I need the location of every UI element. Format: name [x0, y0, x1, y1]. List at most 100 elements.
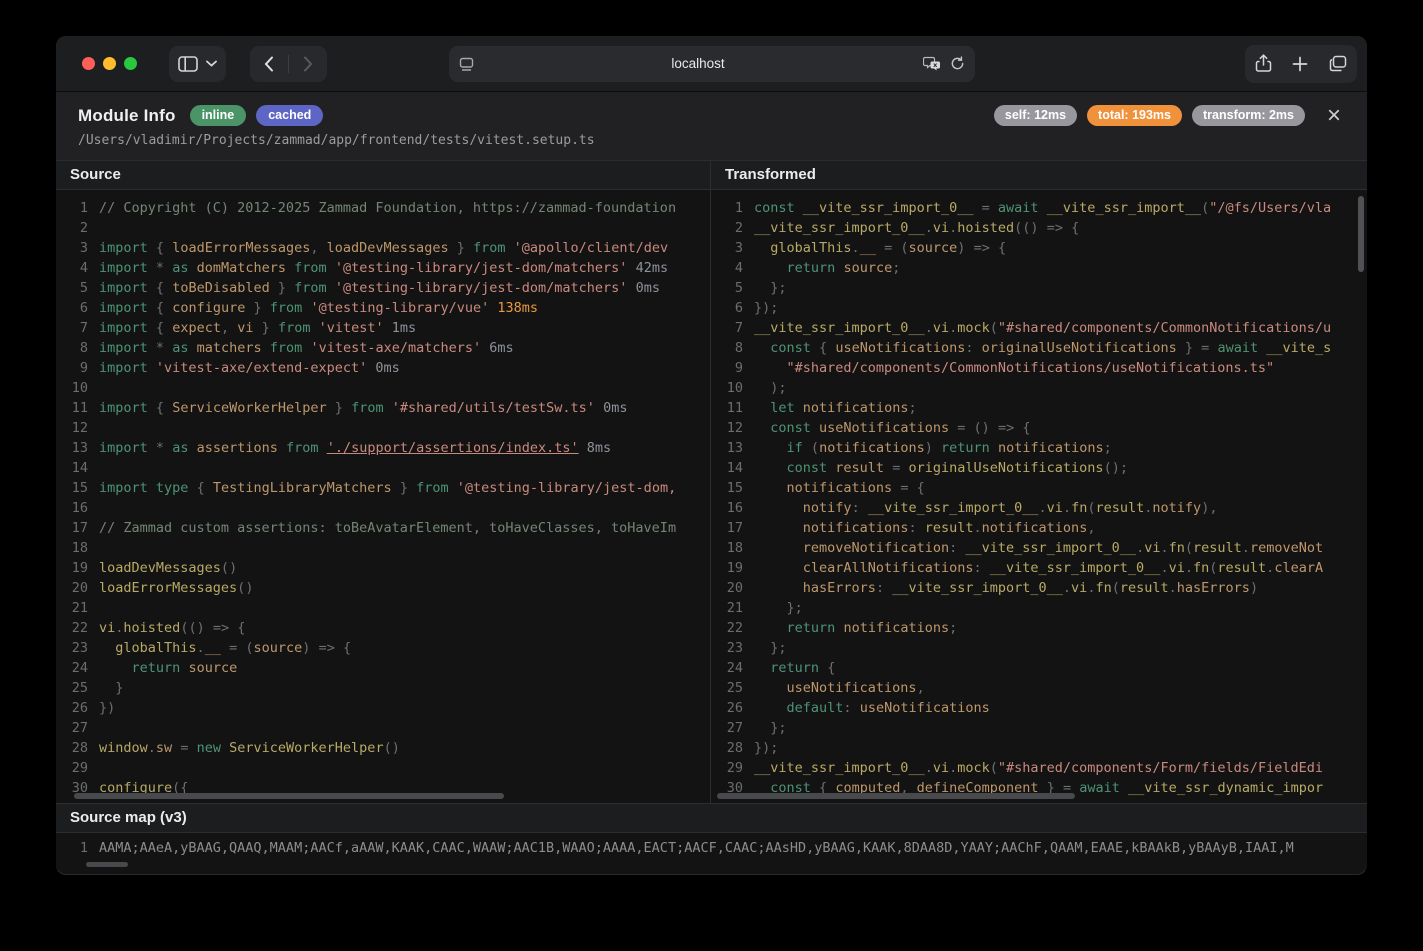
sidebar-toggle-group — [169, 46, 226, 82]
code-line-transformed: 15 notifications = { — [717, 478, 1367, 498]
traffic-light-minimize[interactable] — [103, 57, 116, 70]
code-line-transformed: 29__vite_ssr_import_0__.vi.mock("#shared… — [717, 758, 1367, 778]
code-line-source: 23 globalThis.__ = (source) => { — [62, 638, 710, 658]
code-line-transformed: 20 hasErrors: __vite_ssr_import_0__.vi.f… — [717, 578, 1367, 598]
code-line-transformed: 14 const result = originalUseNotificatio… — [717, 458, 1367, 478]
tab-overview-icon[interactable] — [1329, 55, 1347, 72]
code-line-source: 26}) — [62, 698, 710, 718]
code-line-source: 18 — [62, 538, 710, 558]
sourcemap-title: Source map (v3) — [56, 803, 1367, 833]
code-line-source: 17// Zammad custom assertions: toBeAvata… — [62, 518, 710, 538]
timing-badges: self: 12ms total: 193ms transform: 2ms — [994, 105, 1305, 126]
traffic-light-close[interactable] — [82, 57, 95, 70]
code-line-transformed: 8 const { useNotifications: originalUseN… — [717, 338, 1367, 358]
code-line-source: 14 — [62, 458, 710, 478]
code-line-source: 3import { loadErrorMessages, loadDevMess… — [62, 238, 710, 258]
sidebar-icon[interactable] — [178, 56, 198, 72]
url-text: localhost — [474, 56, 923, 71]
forward-button[interactable] — [289, 46, 327, 82]
code-line-source: 10 — [62, 378, 710, 398]
sourcemap-horizontal-scrollbar[interactable] — [86, 862, 128, 867]
transformed-vertical-scrollbar[interactable] — [1358, 196, 1364, 272]
traffic-lights — [82, 57, 145, 70]
source-panel: Source 1// Copyright (C) 2012-2025 Zamma… — [56, 161, 711, 803]
page-icon — [459, 57, 474, 71]
code-line-source: 25 } — [62, 678, 710, 698]
code-line-transformed: 19 clearAllNotifications: __vite_ssr_imp… — [717, 558, 1367, 578]
code-line-source: 8import * as matchers from 'vitest-axe/m… — [62, 338, 710, 358]
reload-icon[interactable] — [950, 56, 965, 71]
code-line-transformed: 10 ); — [717, 378, 1367, 398]
panels-container: Source 1// Copyright (C) 2012-2025 Zamma… — [56, 160, 1367, 803]
code-line-source: 2 — [62, 218, 710, 238]
code-line-transformed: 4 return source; — [717, 258, 1367, 278]
code-line-transformed: 11 let notifications; — [717, 398, 1367, 418]
source-code[interactable]: 1// Copyright (C) 2012-2025 Zammad Found… — [56, 190, 710, 803]
module-badges: inline cached — [190, 105, 324, 126]
code-line-transformed: 17 notifications: result.notifications, — [717, 518, 1367, 538]
code-line-transformed: 5 }; — [717, 278, 1367, 298]
code-line-transformed: 9 "#shared/components/CommonNotification… — [717, 358, 1367, 378]
transformed-code[interactable]: 1const __vite_ssr_import_0__ = await __v… — [711, 190, 1367, 803]
code-line-transformed: 21 }; — [717, 598, 1367, 618]
timing-pill: self: 12ms — [994, 105, 1077, 126]
sourcemap-body[interactable]: 1AAMA;AAeA,yBAAG,QAAQ,MAAM;AACf,aAAW,KAA… — [56, 833, 1367, 870]
code-line-transformed: 25 useNotifications, — [717, 678, 1367, 698]
traffic-light-zoom[interactable] — [124, 57, 137, 70]
timing-pill: transform: 2ms — [1192, 105, 1305, 126]
translate-icon[interactable]: x — [923, 56, 941, 71]
code-line-source: 28window.sw = new ServiceWorkerHelper() — [62, 738, 710, 758]
code-line-source: 13import * as assertions from './support… — [62, 438, 710, 458]
code-line-source: 15import type { TestingLibraryMatchers }… — [62, 478, 710, 498]
back-button[interactable] — [250, 46, 288, 82]
code-line-transformed: 28}); — [717, 738, 1367, 758]
code-line-transformed: 2__vite_ssr_import_0__.vi.hoisted(() => … — [717, 218, 1367, 238]
code-line-transformed: 6}); — [717, 298, 1367, 318]
transformed-panel-title: Transformed — [711, 161, 1367, 190]
module-path: /Users/vladimir/Projects/zammad/app/fron… — [78, 133, 1345, 148]
code-line-source: 5import { toBeDisabled } from '@testing-… — [62, 278, 710, 298]
close-button[interactable]: × — [1323, 107, 1345, 125]
transformed-panel: Transformed 1const __vite_ssr_import_0__… — [711, 161, 1367, 803]
code-line-source: 6import { configure } from '@testing-lib… — [62, 298, 710, 318]
code-line-transformed: 22 return notifications; — [717, 618, 1367, 638]
module-info-header: Module Info inline cached self: 12ms total… — [56, 92, 1367, 160]
desktop: { "browser": { "url": "localhost", "traf… — [0, 0, 1423, 951]
code-line-transformed: 16 notify: __vite_ssr_import_0__.vi.fn(r… — [717, 498, 1367, 518]
code-line-source: 20loadErrorMessages() — [62, 578, 710, 598]
code-line-source: 9import 'vitest-axe/extend-expect' 0ms — [62, 358, 710, 378]
sourcemap-line: 1AAMA;AAeA,yBAAG,QAAQ,MAAM;AACf,aAAW,KAA… — [62, 838, 1367, 858]
code-line-source: 12 — [62, 418, 710, 438]
code-line-source: 27 — [62, 718, 710, 738]
nav-buttons — [250, 46, 327, 82]
code-line-transformed: 23 }; — [717, 638, 1367, 658]
source-horizontal-scrollbar[interactable] — [74, 793, 504, 799]
code-line-source: 11import { ServiceWorkerHelper } from '#… — [62, 398, 710, 418]
code-line-source: 24 return source — [62, 658, 710, 678]
code-line-transformed: 1const __vite_ssr_import_0__ = await __v… — [717, 198, 1367, 218]
new-tab-icon[interactable] — [1292, 56, 1308, 72]
code-line-transformed: 3 globalThis.__ = (source) => { — [717, 238, 1367, 258]
code-line-transformed: 26 default: useNotifications — [717, 698, 1367, 718]
timing-pill: total: 193ms — [1087, 105, 1182, 126]
browser-titlebar: localhost x — [56, 36, 1367, 92]
code-line-source: 21 — [62, 598, 710, 618]
source-panel-title: Source — [56, 161, 710, 190]
chevron-down-icon[interactable] — [206, 60, 217, 67]
badge-cached: cached — [256, 105, 323, 126]
code-line-source: 16 — [62, 498, 710, 518]
page-title: Module Info — [78, 106, 176, 126]
toolbar-right-group — [1245, 45, 1357, 83]
url-bar[interactable]: localhost x — [449, 46, 975, 82]
share-icon[interactable] — [1255, 54, 1272, 73]
code-line-source: 19loadDevMessages() — [62, 558, 710, 578]
code-line-transformed: 24 return { — [717, 658, 1367, 678]
code-line-source: 29 — [62, 758, 710, 778]
browser-window: localhost x — [56, 36, 1367, 875]
code-line-transformed: 27 }; — [717, 718, 1367, 738]
code-line-transformed: 13 if (notifications) return notificatio… — [717, 438, 1367, 458]
code-line-source: 7import { expect, vi } from 'vitest' 1ms — [62, 318, 710, 338]
transformed-horizontal-scrollbar[interactable] — [717, 793, 1075, 799]
code-line-transformed: 18 removeNotification: __vite_ssr_import… — [717, 538, 1367, 558]
badge-inline: inline — [190, 105, 247, 126]
